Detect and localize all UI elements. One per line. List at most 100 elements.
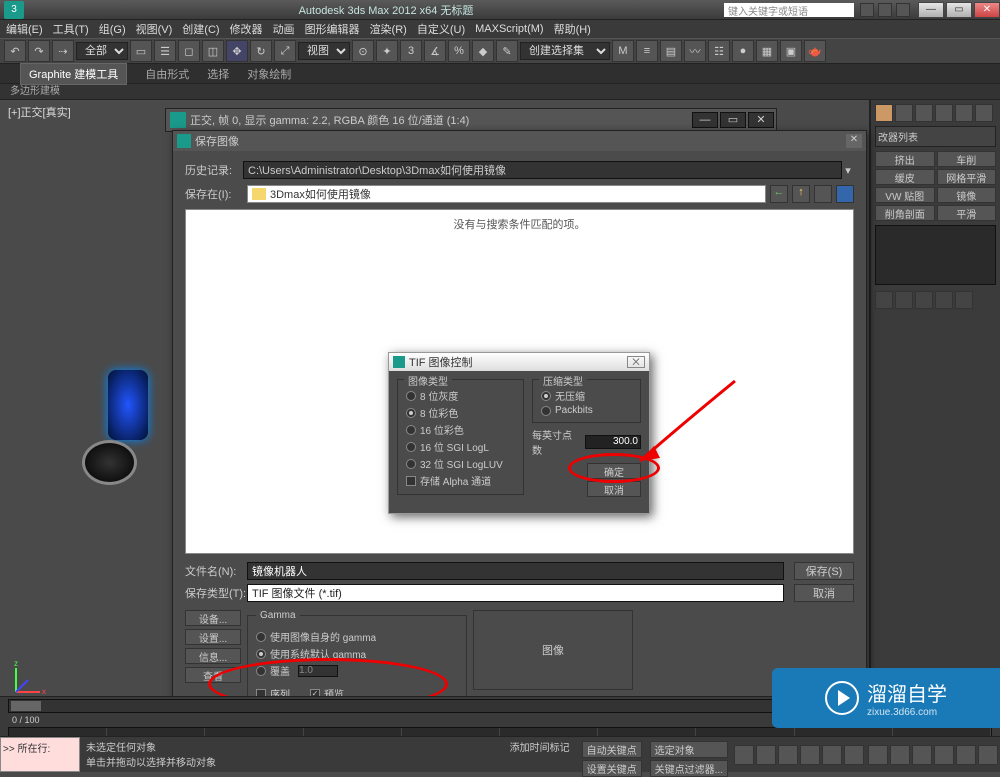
- tif-ok-button[interactable]: 确定: [587, 463, 641, 479]
- selection-set[interactable]: 创建选择集: [520, 42, 610, 60]
- stack-pin-icon[interactable]: [875, 291, 893, 309]
- stack-show-icon[interactable]: [895, 291, 913, 309]
- save-dialog-titlebar[interactable]: 保存图像 ✕: [173, 131, 866, 151]
- rect-select-icon[interactable]: ◻: [178, 40, 200, 62]
- compress-none-radio[interactable]: [541, 391, 551, 401]
- play-icon[interactable]: [778, 745, 798, 765]
- render-min-button[interactable]: —: [692, 112, 718, 128]
- orbit-icon[interactable]: [956, 745, 976, 765]
- tab-modify-icon[interactable]: [895, 104, 913, 122]
- gamma-radio-own[interactable]: [256, 632, 266, 642]
- layers-icon[interactable]: ▤: [660, 40, 682, 62]
- align-icon[interactable]: ≡: [636, 40, 658, 62]
- views-icon[interactable]: [836, 185, 854, 203]
- render-setup-icon[interactable]: ▦: [756, 40, 778, 62]
- curve-editor-icon[interactable]: 〰: [684, 40, 706, 62]
- prev-frame-icon[interactable]: [756, 745, 776, 765]
- gamma-override-value[interactable]: [298, 665, 338, 677]
- tab-hierarchy-icon[interactable]: [915, 104, 933, 122]
- goto-end-icon[interactable]: [822, 745, 842, 765]
- btn-extrude[interactable]: 挤出: [875, 151, 935, 167]
- menu-help[interactable]: 帮助(H): [554, 21, 591, 37]
- search-input[interactable]: 键入关键字或短语: [724, 3, 854, 17]
- type-8gray-radio[interactable]: [406, 391, 416, 401]
- manip-icon[interactable]: ✦: [376, 40, 398, 62]
- gamma-radio-system[interactable]: [256, 649, 266, 659]
- undo-icon[interactable]: ↶: [4, 40, 26, 62]
- ribbon-paint[interactable]: 对象绘制: [247, 66, 291, 82]
- tab-create-icon[interactable]: [875, 104, 893, 122]
- mirror-icon[interactable]: M: [612, 40, 634, 62]
- tab-utilities-icon[interactable]: [975, 104, 993, 122]
- ribbon-tab-graphite[interactable]: Graphite 建模工具: [20, 63, 127, 85]
- zoom-icon[interactable]: [890, 745, 910, 765]
- back-icon[interactable]: ←: [770, 185, 788, 203]
- tif-dialog-titlebar[interactable]: TIF 图像控制 ⨉: [389, 353, 649, 371]
- menu-customize[interactable]: 自定义(U): [417, 21, 465, 37]
- viewport-label[interactable]: [+]正交[真实]: [8, 104, 71, 120]
- menu-tools[interactable]: 工具(T): [53, 21, 89, 37]
- ribbon-select[interactable]: 选择: [207, 66, 229, 82]
- snap-icon[interactable]: 3: [400, 40, 422, 62]
- menu-modifiers[interactable]: 修改器: [230, 21, 263, 37]
- render-frame-icon[interactable]: ▣: [780, 40, 802, 62]
- select-icon[interactable]: ▭: [130, 40, 152, 62]
- filename-input[interactable]: 镜像机器人: [247, 562, 784, 580]
- stack-unique-icon[interactable]: [915, 291, 933, 309]
- modifier-stack[interactable]: [875, 225, 996, 285]
- rotate-icon[interactable]: ↻: [250, 40, 272, 62]
- fov-icon[interactable]: [934, 745, 954, 765]
- set-key-button[interactable]: 设置关键点: [582, 760, 642, 777]
- time-config-icon[interactable]: [844, 745, 864, 765]
- type-16color-radio[interactable]: [406, 425, 416, 435]
- zoom-extents-icon[interactable]: [912, 745, 932, 765]
- stack-remove-icon[interactable]: [935, 291, 953, 309]
- btn-mirror[interactable]: 镜像: [937, 187, 997, 203]
- type-sgilogl-radio[interactable]: [406, 442, 416, 452]
- time-slider-thumb[interactable]: [11, 701, 41, 711]
- help-icon[interactable]: [860, 3, 874, 17]
- view-button[interactable]: 查看: [185, 667, 241, 683]
- gamma-radio-override[interactable]: [256, 666, 266, 676]
- material-icon[interactable]: ●: [732, 40, 754, 62]
- coord-select[interactable]: 视图: [298, 42, 350, 60]
- goto-start-icon[interactable]: [734, 745, 754, 765]
- btn-skin[interactable]: 缓皮: [875, 169, 935, 185]
- type-sgilogluv-radio[interactable]: [406, 459, 416, 469]
- select-name-icon[interactable]: ☰: [154, 40, 176, 62]
- pivot-icon[interactable]: ⊙: [352, 40, 374, 62]
- tab-display-icon[interactable]: [955, 104, 973, 122]
- render-max-button[interactable]: ▭: [720, 112, 746, 128]
- device-button[interactable]: 设备...: [185, 610, 241, 626]
- pan-icon[interactable]: [868, 745, 888, 765]
- maximize-viewport-icon[interactable]: [978, 745, 998, 765]
- newfolder-icon[interactable]: [814, 185, 832, 203]
- btn-smooth[interactable]: 平滑: [937, 205, 997, 221]
- settings-button[interactable]: 设置...: [185, 629, 241, 645]
- tab-motion-icon[interactable]: [935, 104, 953, 122]
- next-frame-icon[interactable]: [800, 745, 820, 765]
- link-icon[interactable]: ⇢: [52, 40, 74, 62]
- scale-icon[interactable]: ⤢: [274, 40, 296, 62]
- save-dialog-close-button[interactable]: ✕: [846, 134, 862, 148]
- menu-create[interactable]: 创建(C): [182, 21, 219, 37]
- auto-key-button[interactable]: 自动关键点: [582, 741, 642, 758]
- menu-maxscript[interactable]: MAXScript(M): [475, 23, 543, 35]
- menu-grapheditors[interactable]: 图形编辑器: [305, 21, 360, 37]
- info-icon[interactable]: [896, 3, 910, 17]
- percent-snap-icon[interactable]: %: [448, 40, 470, 62]
- up-icon[interactable]: ↑: [792, 185, 810, 203]
- menu-render[interactable]: 渲染(R): [370, 21, 407, 37]
- btn-lathe[interactable]: 车削: [937, 151, 997, 167]
- angle-snap-icon[interactable]: ∡: [424, 40, 446, 62]
- maximize-button[interactable]: ▭: [946, 2, 972, 18]
- btn-meshsmooth[interactable]: 网格平滑: [937, 169, 997, 185]
- edit-sets-icon[interactable]: ✎: [496, 40, 518, 62]
- tif-close-button[interactable]: ⨉: [627, 356, 645, 368]
- render-close-button[interactable]: ✕: [748, 112, 774, 128]
- selected-button[interactable]: 选定对象: [650, 741, 728, 758]
- menu-animation[interactable]: 动画: [273, 21, 295, 37]
- alpha-checkbox[interactable]: [406, 476, 416, 486]
- cancel-button[interactable]: 取消: [794, 584, 854, 602]
- schematic-icon[interactable]: ☷: [708, 40, 730, 62]
